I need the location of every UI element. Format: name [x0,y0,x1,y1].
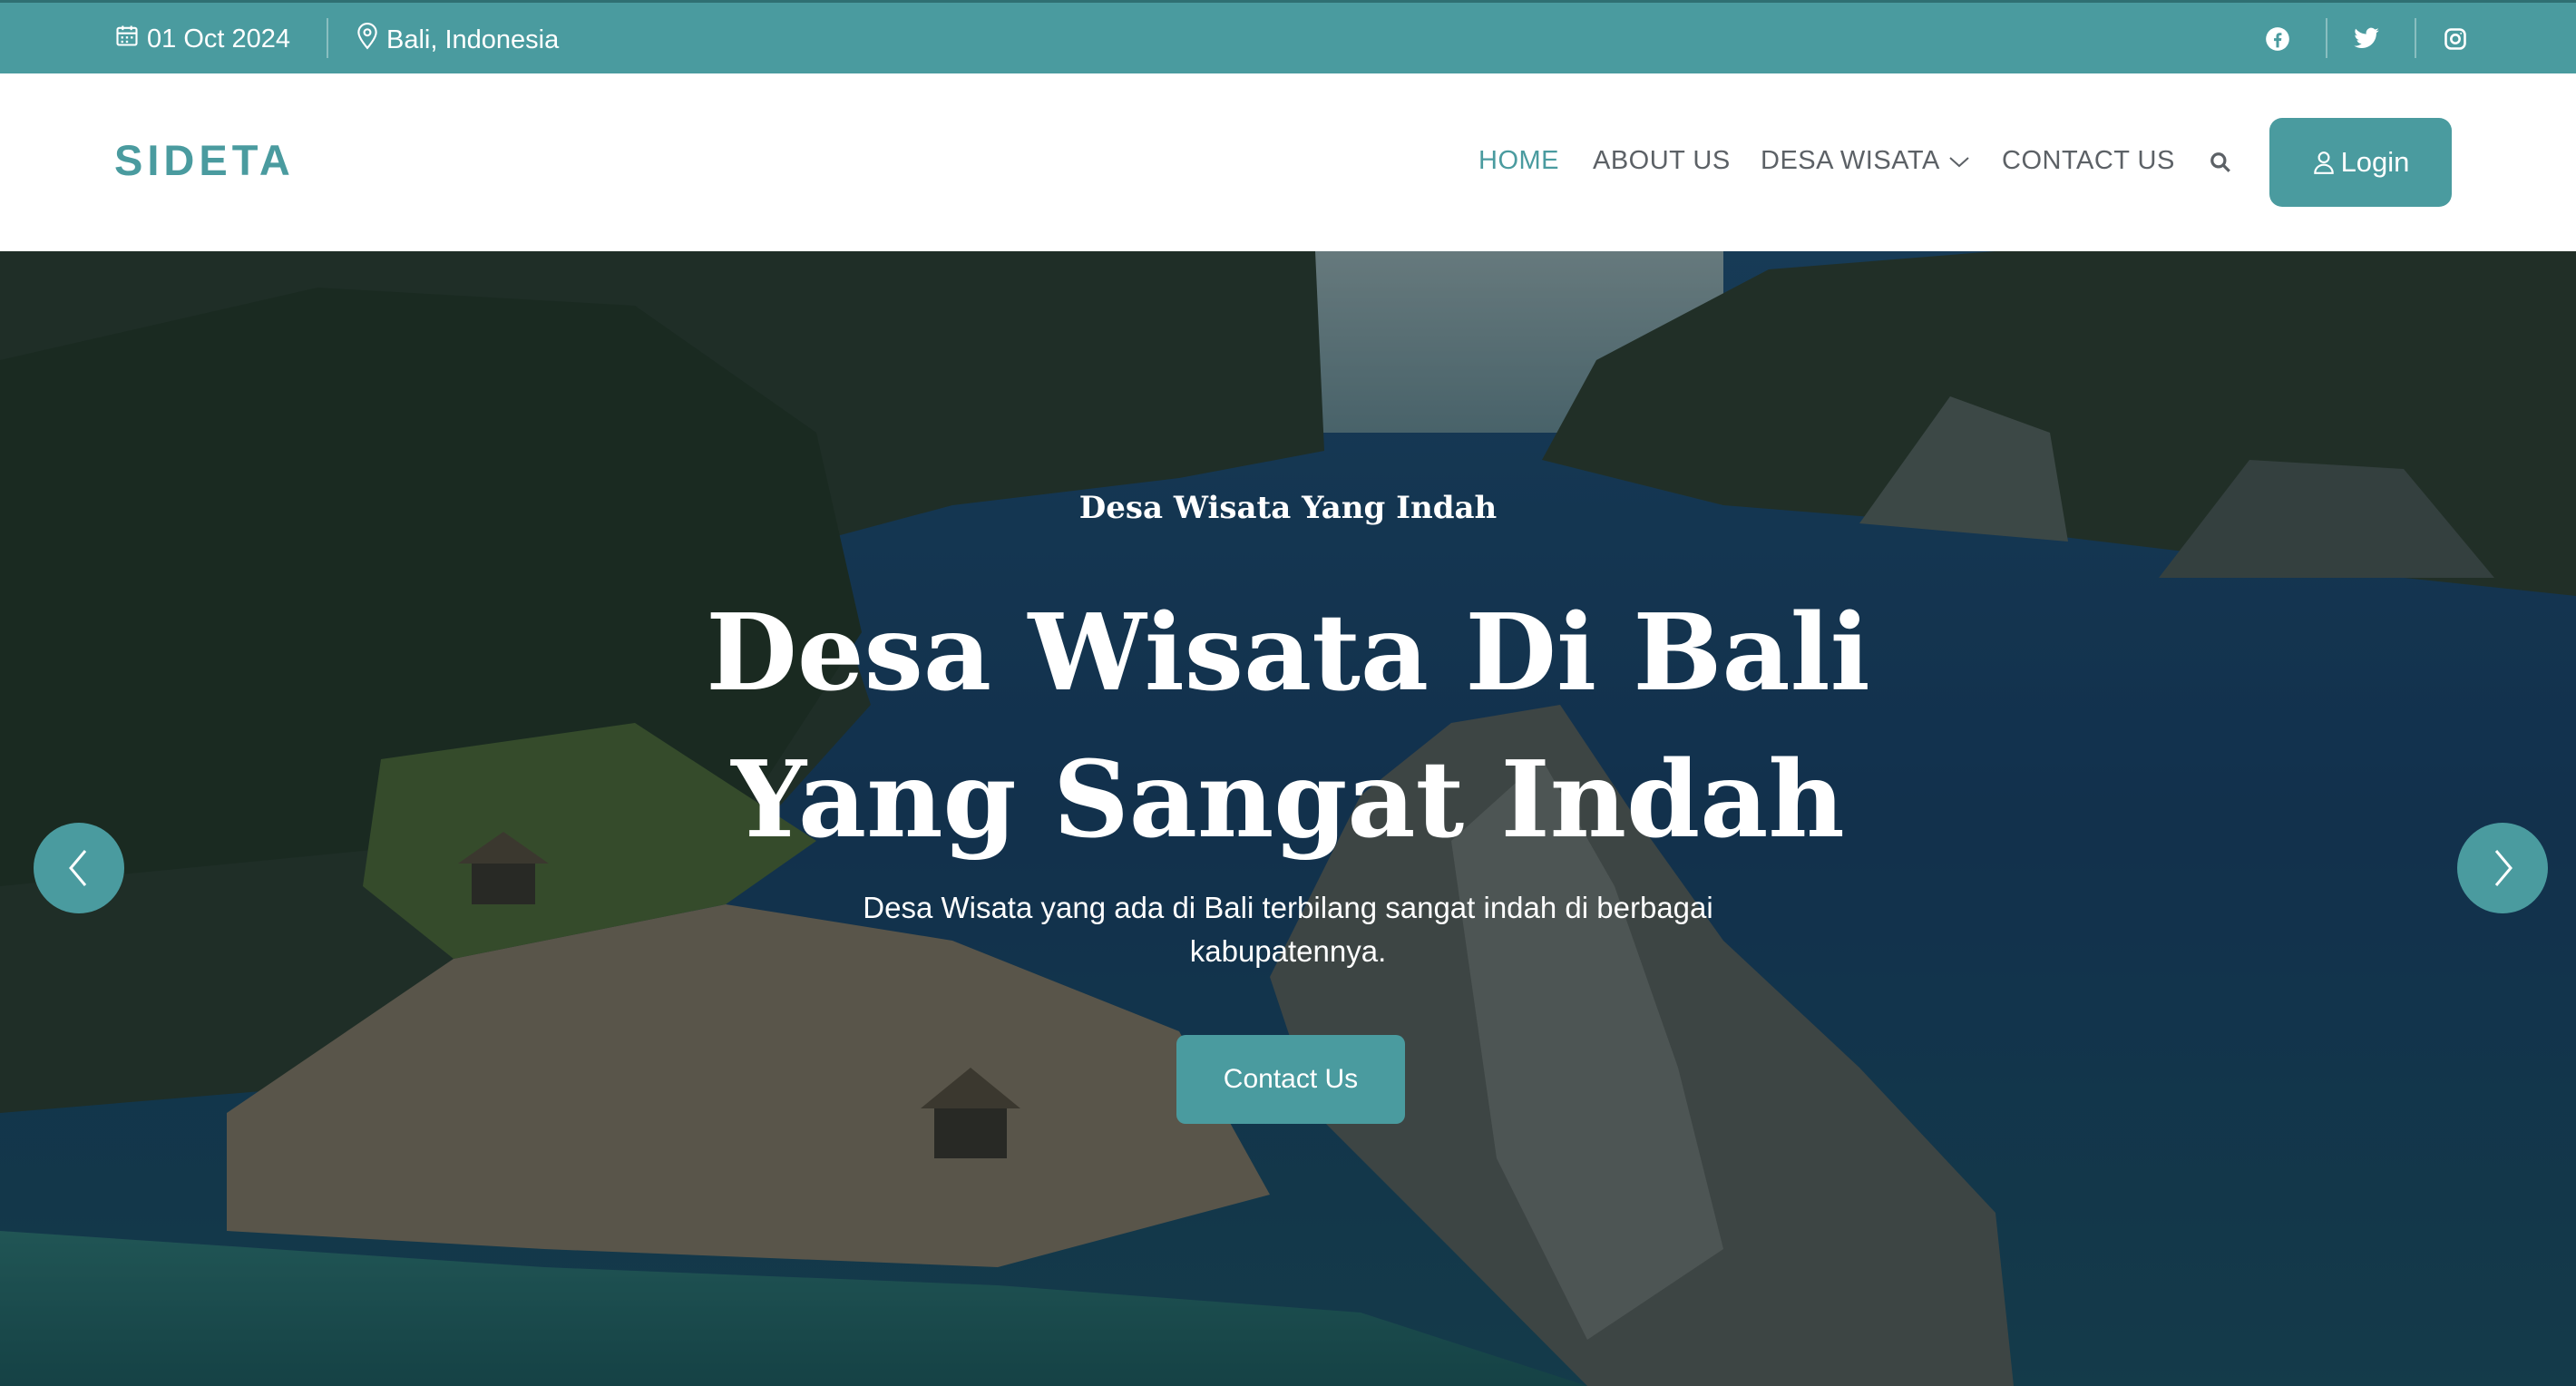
chevron-down-icon [1947,153,1971,170]
login-button[interactable]: Login [2269,118,2452,207]
carousel-next-button[interactable] [2457,823,2548,913]
contact-us-button[interactable]: Contact Us [1176,1035,1405,1124]
nav-desa-wisata-label: DESA WISATA [1761,146,1940,175]
login-label: Login [2340,146,2410,178]
top-info-bar: 01 Oct 2024 Bali, Indonesia [0,0,2576,73]
date-text: 01 Oct 2024 [147,24,290,54]
date-info: 01 Oct 2024 [114,23,290,55]
main-navbar: SIDETA HOME ABOUT US DESA WISATA CONTACT… [0,73,2576,251]
hero-title-line-2: Yang Sangat Indah [731,738,1845,862]
hero-title: Desa Wisata Di Bali Yang Sangat Indah [0,580,2576,874]
location-info: Bali, Indonesia [356,23,559,57]
divider [2326,18,2327,58]
nav-contact-us[interactable]: CONTACT US [2002,146,2175,176]
chevron-right-icon [2489,847,2516,889]
calendar-icon [114,23,147,55]
hero-description: Desa Wisata yang ada di Bali terbilang s… [863,891,1713,968]
user-icon [2312,150,2341,175]
hero-title-line-1: Desa Wisata Di Bali [706,591,1870,715]
nav-about-us[interactable]: ABOUT US [1593,146,1731,176]
search-icon[interactable] [2209,151,2236,178]
instagram-icon[interactable] [2439,23,2472,55]
nav-desa-wisata[interactable]: DESA WISATA [1761,146,1971,176]
facebook-icon[interactable] [2261,23,2294,55]
map-pin-icon [356,23,386,57]
divider [327,18,328,58]
hero-carousel: Desa Wisata Yang Indah Desa Wisata Di Ba… [0,251,2576,1386]
hero-subtitle: Desa Wisata Yang Indah [1078,490,1498,526]
brand-logo[interactable]: SIDETA [114,135,295,185]
divider [2415,18,2416,58]
nav-home[interactable]: HOME [1478,146,1559,176]
location-text: Bali, Indonesia [386,24,560,54]
carousel-prev-button[interactable] [34,823,124,913]
chevron-left-icon [65,847,93,889]
twitter-icon[interactable] [2350,23,2383,55]
